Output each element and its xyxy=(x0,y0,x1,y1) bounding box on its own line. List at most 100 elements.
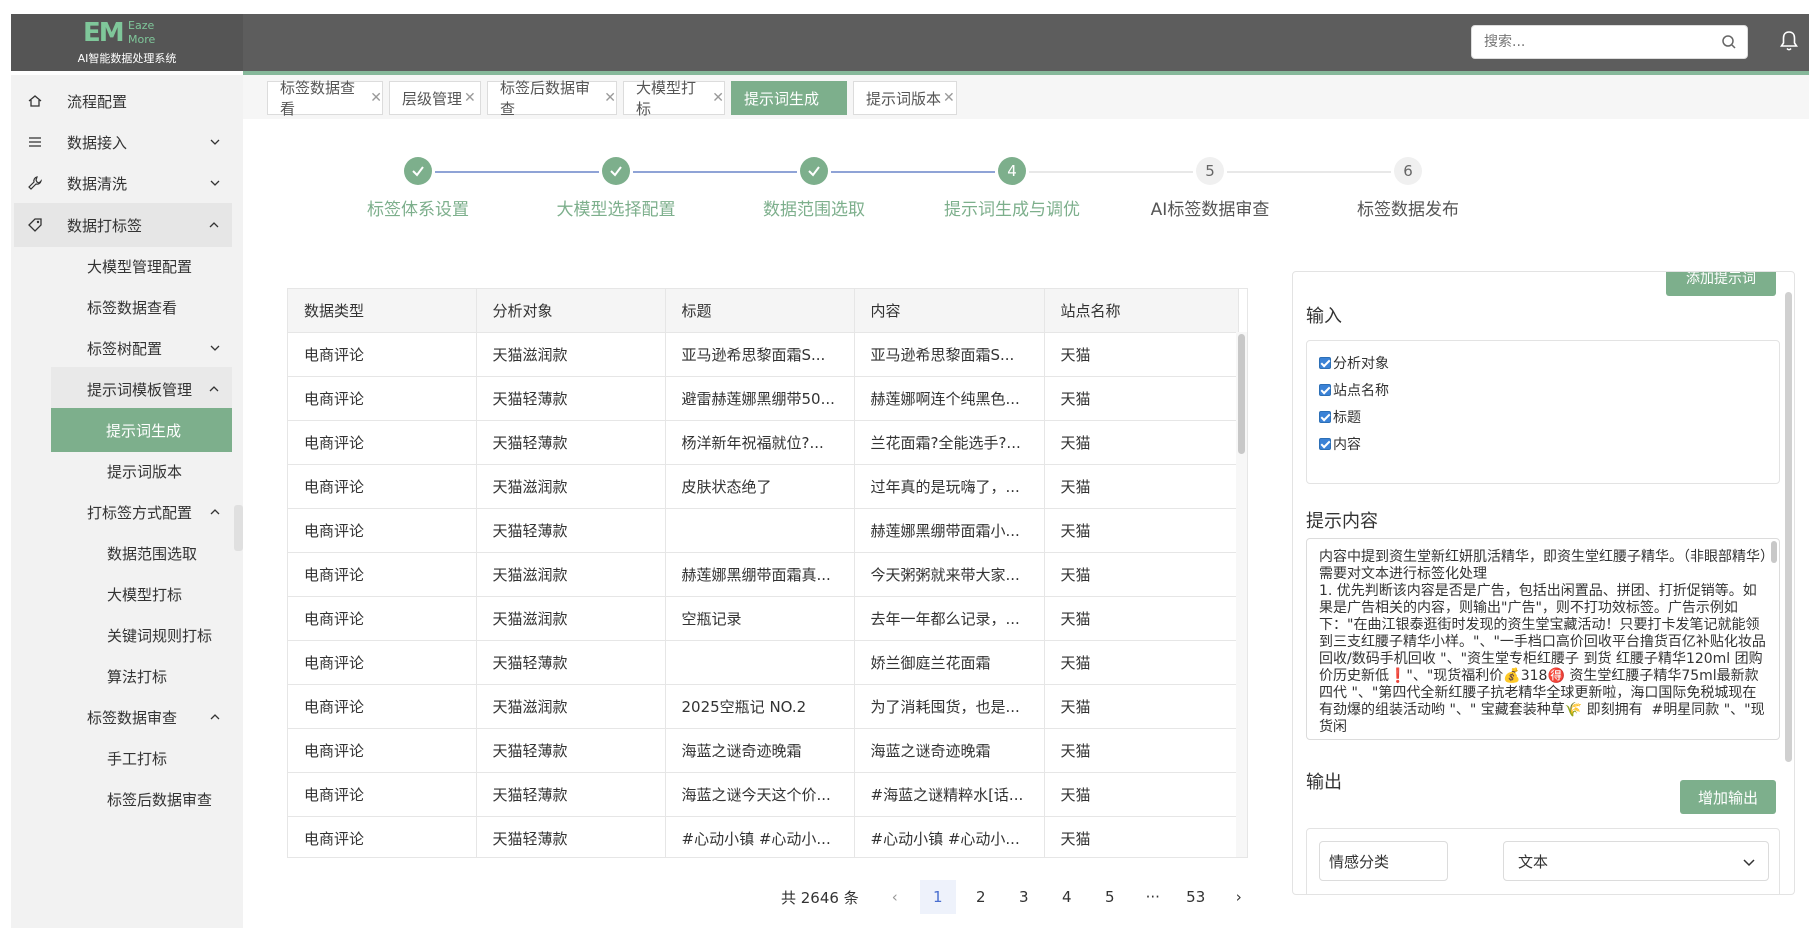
table-row[interactable]: 电商评论 天猫轻薄款 避雷赫莲娜黑绷带50... 赫莲娜啊连个纯黑色... 天猫 xyxy=(288,376,1239,421)
sidebar-item-label-data-view[interactable]: 标签数据查看 xyxy=(11,285,243,329)
checkbox-checked-icon[interactable] xyxy=(1319,438,1331,450)
sidebar-item-prompt-template[interactable]: 提示词模板管理 xyxy=(51,367,232,411)
table-row[interactable]: 电商评论 天猫滋润款 2025空瓶记 NO.2 为了消耗囤货，也是... 天猫 xyxy=(288,684,1239,729)
sidebar-item-label: 提示词生成 xyxy=(106,421,182,440)
chevron-down-icon[interactable] xyxy=(1742,855,1756,869)
sidebar-collapse-handle[interactable] xyxy=(234,505,243,551)
scrollbar-thumb[interactable] xyxy=(1238,334,1245,454)
page-button[interactable]: 4 xyxy=(1049,880,1085,914)
sidebar-item-label: 标签数据查看 xyxy=(87,298,178,317)
sidebar-item-manual-labeling[interactable]: 手工打标 xyxy=(11,736,243,780)
search-box[interactable] xyxy=(1471,25,1748,59)
column-header[interactable]: 数据类型 xyxy=(288,289,477,333)
page-button[interactable]: 1 xyxy=(919,880,956,914)
table-cell: 天猫 xyxy=(1044,772,1239,817)
tab-post-label-review[interactable]: 标签后数据审查 ✕ xyxy=(487,79,617,118)
sidebar-item-label: 标签后数据审查 xyxy=(107,790,213,809)
table-cell: #心动小镇 #心动小... xyxy=(854,816,1045,857)
table-row[interactable]: 电商评论 天猫轻薄款 赫莲娜黑绷带面霜小... 天猫 xyxy=(288,508,1239,553)
prompt-textarea[interactable]: 内容中提到资生堂新红妍肌活精华，即资生堂红腰子精华。（非眼部精华）需要对文本进行… xyxy=(1306,538,1780,740)
table-cell: 赫莲娜黑绷带面霜真... xyxy=(665,552,855,597)
page-button[interactable]: 2 xyxy=(963,880,999,914)
tab-label-data-view[interactable]: 标签数据查看 ✕ xyxy=(267,79,383,118)
page-button[interactable]: 53 xyxy=(1178,880,1214,914)
page-button[interactable]: 3 xyxy=(1006,880,1042,914)
close-icon[interactable]: ✕ xyxy=(943,90,955,106)
checkbox-site-name[interactable]: 站点名称 xyxy=(1319,380,1389,400)
checkbox-analysis-object[interactable]: 分析对象 xyxy=(1319,353,1389,373)
prev-page-button[interactable]: ‹ xyxy=(877,880,913,914)
sidebar-item-data-ingest[interactable]: 数据接入 xyxy=(11,120,243,164)
table-row[interactable]: 电商评论 天猫滋润款 赫莲娜黑绷带面霜真... 今天粥粥就来带大家... 天猫 xyxy=(288,552,1239,597)
column-header[interactable]: 分析对象 xyxy=(476,289,666,333)
add-prompt-button[interactable]: 添加提示词 xyxy=(1666,272,1776,296)
sidebar-item-label: 数据打标签 xyxy=(67,216,143,235)
sidebar-item-prompt-version[interactable]: 提示词版本 xyxy=(11,449,243,493)
page-button[interactable]: 5 xyxy=(1092,880,1128,914)
panel-scrollbar[interactable] xyxy=(1785,292,1792,762)
column-header[interactable]: 标题 xyxy=(665,289,855,333)
column-header[interactable]: 站点名称 xyxy=(1044,289,1239,333)
table-cell: 海蓝之谜奇迹晚霜 xyxy=(665,728,855,773)
table-cell: 电商评论 xyxy=(288,816,477,857)
logo-mark: EM xyxy=(83,18,125,48)
sidebar-item-llm-labeling[interactable]: 大模型打标 xyxy=(11,572,243,616)
sidebar-item-keyword-labeling[interactable]: 关键词规则打标 xyxy=(11,613,243,657)
tab-prompt-version[interactable]: 提示词版本 ✕ xyxy=(853,81,957,115)
sidebar-item-prompt-generate[interactable]: 提示词生成 xyxy=(51,408,232,452)
chevron-down-icon xyxy=(210,345,220,351)
next-page-button[interactable]: › xyxy=(1221,880,1257,914)
table-cell: 赫莲娜黑绷带面霜小... xyxy=(854,508,1045,553)
output-fields-box: 情感分类 文本 xyxy=(1306,828,1780,894)
prompt-section-title: 提示内容 xyxy=(1306,511,1378,532)
table-row[interactable]: 电商评论 天猫滋润款 亚马逊希思黎面霜S... 亚马逊希思黎面霜S... 天猫 xyxy=(288,332,1239,377)
add-output-button[interactable]: 增加输出 xyxy=(1680,780,1776,814)
sidebar-item-label-review[interactable]: 标签数据审查 xyxy=(11,695,243,739)
table-cell: 天猫 xyxy=(1044,816,1239,857)
table-row[interactable]: 电商评论 天猫轻薄款 #心动小镇 #心动小... #心动小镇 #心动小... 天猫 xyxy=(288,816,1239,857)
sidebar-item-data-range[interactable]: 数据范围选取 xyxy=(11,531,243,575)
tab-label: 提示词生成 xyxy=(744,89,820,108)
output-name-input[interactable]: 情感分类 xyxy=(1319,841,1448,881)
close-icon[interactable]: ✕ xyxy=(604,90,616,106)
sidebar-item-data-clean[interactable]: 数据清洗 xyxy=(11,161,243,205)
sidebar-item-post-label-review[interactable]: 标签后数据审查 xyxy=(11,777,243,821)
close-icon[interactable]: ✕ xyxy=(464,90,476,106)
checkbox-content[interactable]: 内容 xyxy=(1319,434,1361,454)
tab-llm-labeling[interactable]: 大模型打标 ✕ xyxy=(623,79,725,118)
close-icon[interactable]: ✕ xyxy=(370,90,382,106)
table-cell: 天猫 xyxy=(1044,420,1239,465)
table-row[interactable]: 电商评论 天猫轻薄款 杨洋新年祝福就位?... 兰花面霜?全能选手?... 天猫 xyxy=(288,420,1239,465)
table-cell: 天猫滋润款 xyxy=(476,684,666,729)
close-icon[interactable]: ✕ xyxy=(712,90,724,106)
textarea-scrollbar[interactable] xyxy=(1771,541,1777,563)
checkbox-checked-icon[interactable] xyxy=(1319,357,1331,369)
table-cell: 电商评论 xyxy=(288,332,477,377)
chevron-up-icon xyxy=(209,222,219,228)
table-row[interactable]: 电商评论 天猫滋润款 皮肤状态绝了 过年真的是玩嗨了，... 天猫 xyxy=(288,464,1239,509)
table-row[interactable]: 电商评论 天猫轻薄款 海蓝之谜今天这个价... #海蓝之谜精粹水[话... 天猫 xyxy=(288,772,1239,817)
sidebar-item-data-labeling[interactable]: 数据打标签 xyxy=(14,203,232,247)
page-ellipsis[interactable]: ··· xyxy=(1135,880,1171,914)
checkbox-title[interactable]: 标题 xyxy=(1319,407,1361,427)
bell-icon[interactable] xyxy=(1779,30,1799,52)
checkbox-checked-icon[interactable] xyxy=(1319,384,1331,396)
search-icon[interactable] xyxy=(1721,34,1737,50)
step-connector xyxy=(435,171,599,173)
table-scrollbar[interactable] xyxy=(1236,332,1247,857)
table-row[interactable]: 电商评论 天猫轻薄款 海蓝之谜奇迹晚霜 海蓝之谜奇迹晚霜 天猫 xyxy=(288,728,1239,773)
sidebar-item-algorithm-labeling[interactable]: 算法打标 xyxy=(11,654,243,698)
sidebar-item-flow-config[interactable]: 流程配置 xyxy=(11,79,243,123)
search-input[interactable] xyxy=(1484,32,1704,52)
sidebar-item-llm-config[interactable]: 大模型管理配置 xyxy=(11,244,243,288)
column-header[interactable]: 内容 xyxy=(854,289,1045,333)
tab-prompt-generate[interactable]: 提示词生成 xyxy=(731,81,847,115)
output-type-select[interactable]: 文本 xyxy=(1503,841,1769,881)
sidebar-item-labeling-method[interactable]: 打标签方式配置 xyxy=(11,490,243,534)
sidebar-item-label-tree-config[interactable]: 标签树配置 xyxy=(11,326,243,370)
sidebar-item-label: 打标签方式配置 xyxy=(87,503,193,522)
checkbox-checked-icon[interactable] xyxy=(1319,411,1331,423)
table-row[interactable]: 电商评论 天猫滋润款 空瓶记录 去年一年都么记录，... 天猫 xyxy=(288,596,1239,641)
tab-level-manage[interactable]: 层级管理 ✕ xyxy=(389,81,481,115)
table-row[interactable]: 电商评论 天猫轻薄款 娇兰御庭兰花面霜 天猫 xyxy=(288,640,1239,685)
